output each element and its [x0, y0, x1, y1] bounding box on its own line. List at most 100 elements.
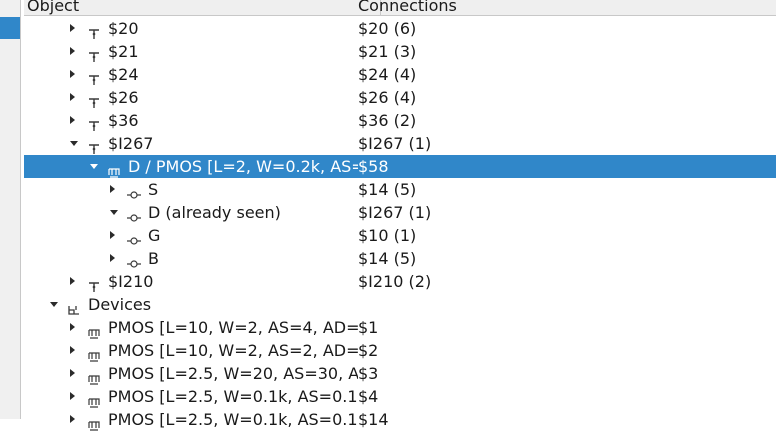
device-icon [87, 368, 101, 385]
expand-arrow-icon[interactable] [70, 24, 75, 32]
left-panel-strip [0, 0, 21, 419]
object-label: G [148, 226, 161, 245]
connections-cell: $36 (2) [358, 111, 417, 130]
expand-arrow-icon[interactable] [110, 185, 115, 193]
tree-row[interactable]: $26 $26 (4) [24, 86, 776, 109]
object-cell: D (already seen) [24, 201, 358, 224]
connections-cell: $14 (5) [358, 249, 417, 268]
tree-row[interactable]: D (already seen) $I267 (1) [24, 201, 776, 224]
connections-cell: $58 [358, 157, 389, 176]
object-label: $21 [108, 42, 139, 61]
object-cell: PMOS [L=10, W=2, AS=2, AD= [24, 339, 358, 362]
collapse-arrow-icon[interactable] [90, 164, 98, 169]
left-panel-selection [0, 17, 20, 39]
object-cell: $26 [24, 86, 358, 109]
object-cell: $36 [24, 109, 358, 132]
tree-header: Object Connections [24, 0, 776, 16]
expand-arrow-icon[interactable] [70, 277, 75, 285]
column-header-object[interactable]: Object [27, 0, 79, 15]
object-label: $I210 [108, 272, 154, 291]
connections-cell: $3 [358, 364, 379, 383]
device-icon [87, 414, 101, 431]
expand-arrow-icon[interactable] [70, 47, 75, 55]
object-label: S [148, 180, 159, 199]
object-label: PMOS [L=2.5, W=0.1k, AS=0.1 [108, 410, 358, 429]
object-cell: $I210 [24, 270, 358, 293]
tree-row[interactable]: $36 $36 (2) [24, 109, 776, 132]
tree-row[interactable]: $I267 $I267 (1) [24, 132, 776, 155]
object-label: PMOS [L=2.5, W=0.1k, AS=0.1 [108, 387, 358, 406]
tree-row[interactable]: PMOS [L=2.5, W=0.1k, AS=0.1 $14 [24, 408, 776, 431]
connections-cell: $2 [358, 341, 379, 360]
collapse-arrow-icon[interactable] [50, 302, 58, 307]
tree-row[interactable]: G $10 (1) [24, 224, 776, 247]
object-cell: $20 [24, 17, 358, 40]
terminal-icon [127, 253, 141, 268]
expand-arrow-icon[interactable] [110, 231, 115, 239]
connections-cell: $10 (1) [358, 226, 417, 245]
object-cell: Devices [24, 293, 358, 316]
tree-row[interactable]: D / PMOS [L=2, W=0.2k, AS= $58 [24, 155, 776, 178]
object-cell: PMOS [L=2.5, W=20, AS=30, A [24, 362, 358, 385]
expand-arrow-icon[interactable] [110, 254, 115, 262]
terminal-icon [127, 207, 141, 222]
net-icon [87, 46, 101, 62]
expand-arrow-icon[interactable] [70, 346, 75, 354]
device-icon [87, 345, 101, 362]
object-cell: PMOS [L=2.5, W=0.1k, AS=0.1 [24, 408, 358, 431]
net-icon [87, 276, 101, 292]
tree-row[interactable]: B $14 (5) [24, 247, 776, 270]
expand-arrow-icon[interactable] [70, 116, 75, 124]
net-icon [87, 138, 101, 154]
connections-cell: $14 (5) [358, 180, 417, 199]
tree-row[interactable]: $I210 $I210 (2) [24, 270, 776, 293]
tree-row[interactable]: PMOS [L=2.5, W=20, AS=30, A $3 [24, 362, 776, 385]
net-icon [87, 115, 101, 131]
object-label: D / PMOS [L=2, W=0.2k, AS= [128, 157, 358, 176]
object-label: Devices [88, 295, 152, 314]
tree-row[interactable]: PMOS [L=10, W=2, AS=2, AD= $2 [24, 339, 776, 362]
object-label: B [148, 249, 159, 268]
object-cell: G [24, 224, 358, 247]
expand-arrow-icon[interactable] [70, 93, 75, 101]
connections-cell: $26 (4) [358, 88, 417, 107]
terminal-icon [127, 230, 141, 245]
object-label: PMOS [L=10, W=2, AS=2, AD= [108, 341, 358, 360]
terminal-icon [127, 184, 141, 199]
collapse-arrow-icon[interactable] [70, 141, 78, 146]
netlist-tree[interactable]: $20 $20 (6) $21 $21 (3) $24 $24 (4) $26 $26 (4)… [24, 17, 776, 431]
tree-row[interactable]: PMOS [L=10, W=2, AS=4, AD= $1 [24, 316, 776, 339]
expand-arrow-icon[interactable] [70, 392, 75, 400]
expand-arrow-icon[interactable] [70, 369, 75, 377]
column-header-connections[interactable]: Connections [358, 0, 457, 15]
object-label: PMOS [L=2.5, W=20, AS=30, A [108, 364, 358, 383]
connections-cell: $I267 (1) [358, 134, 432, 153]
tree-row[interactable]: PMOS [L=2.5, W=0.1k, AS=0.1 $4 [24, 385, 776, 408]
connections-cell: $20 (6) [358, 19, 417, 38]
tree-row[interactable]: $20 $20 (6) [24, 17, 776, 40]
connections-cell: $24 (4) [358, 65, 417, 84]
tree-row[interactable]: S $14 (5) [24, 178, 776, 201]
net-icon [87, 92, 101, 108]
object-cell: PMOS [L=10, W=2, AS=4, AD= [24, 316, 358, 339]
expand-arrow-icon[interactable] [70, 70, 75, 78]
object-label: $I267 [108, 134, 154, 153]
object-label: $20 [108, 19, 139, 38]
net-icon [87, 23, 101, 39]
expand-arrow-icon[interactable] [70, 415, 75, 423]
collapse-arrow-icon[interactable] [110, 210, 118, 215]
expand-arrow-icon[interactable] [70, 323, 75, 331]
device-icon [87, 322, 101, 339]
tree-group-devices[interactable]: Devices [24, 293, 776, 316]
connections-cell: $21 (3) [358, 42, 417, 61]
tree-row[interactable]: $21 $21 (3) [24, 40, 776, 63]
tree-row[interactable]: $24 $24 (4) [24, 63, 776, 86]
connections-cell: $I210 (2) [358, 272, 432, 291]
object-label: $24 [108, 65, 139, 84]
object-label: PMOS [L=10, W=2, AS=4, AD= [108, 318, 358, 337]
object-label: $36 [108, 111, 139, 130]
device-icon [87, 391, 101, 408]
devices-icon [67, 299, 81, 315]
object-cell: S [24, 178, 358, 201]
connections-cell: $I267 (1) [358, 203, 432, 222]
